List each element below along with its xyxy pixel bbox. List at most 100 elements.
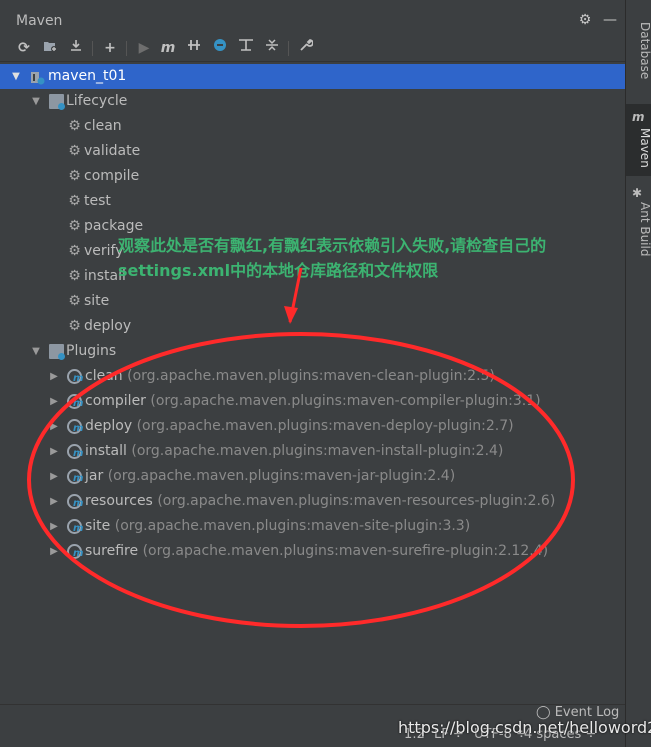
tool-window-header: Maven ⚙ — [0,8,625,34]
lifecycle-item[interactable]: ⚙ clean [0,114,625,139]
plugin-name: compiler [85,393,146,409]
sidebar-tab-ant-build[interactable]: ✱ Ant Build [626,182,651,262]
gear-icon: ⚙ [68,318,81,334]
plugin-item[interactable]: ▶ m clean (org.apache.maven.plugins:mave… [0,364,625,389]
chevron-right-icon[interactable]: ▶ [48,389,60,414]
maven-project-tree: ▼ maven_t01 ▼ Lifecycle ⚙ clean ⚙ valida… [0,64,625,704]
run-icon[interactable]: ▶ [134,38,154,58]
chevron-down-icon[interactable]: ▼ [30,339,42,364]
ant-icon: ✱ [632,186,643,200]
plugin-name: resources [85,493,153,509]
plugin-coordinates: (org.apache.maven.plugins:maven-site-plu… [114,518,471,534]
plugin-coordinates: (org.apache.maven.plugins:maven-deploy-p… [136,418,514,434]
lifecycle-item-label: site [84,293,110,309]
plugin-name: site [85,518,111,534]
plus-icon[interactable]: + [100,38,120,58]
gear-icon: ⚙ [68,243,81,259]
maven-tab-label: Maven [638,128,651,168]
lifecycle-item-label: test [84,193,111,209]
reload-icon[interactable]: ⟳ [14,38,34,58]
lifecycle-item[interactable]: ⚙ site [0,289,625,314]
plugin-item[interactable]: ▶ m resources (org.apache.maven.plugins:… [0,489,625,514]
lifecycle-item[interactable]: ⚙ test [0,189,625,214]
toolbar-separator [126,41,127,56]
gear-icon: ⚙ [68,143,81,159]
plugin-name: deploy [85,418,133,434]
plugin-item[interactable]: ▶ m jar (org.apache.maven.plugins:maven-… [0,464,625,489]
plugin-icon: m [67,394,83,409]
plugin-icon: m [67,369,83,384]
plugin-item[interactable]: ▶ m compiler (org.apache.maven.plugins:m… [0,389,625,414]
plugin-name: install [85,443,127,459]
plugin-name: surefire [85,543,139,559]
lifecycle-item[interactable]: ⚙ compile [0,164,625,189]
lifecycle-item[interactable]: ⚙ deploy [0,314,625,339]
tree-item-lifecycle[interactable]: ▼ Lifecycle [0,89,625,114]
gear-icon: ⚙ [68,118,81,134]
maven-tool-window: Maven ⚙ — ⟳ + ▶ m ▼ maven_t01 ▼ Lifecycl… [0,0,625,747]
plugin-icon: m [67,469,83,484]
plugin-name: jar [85,468,104,484]
execute-goal-icon[interactable]: m [158,38,178,58]
plugin-coordinates: (org.apache.maven.plugins:maven-resource… [157,493,556,509]
download-icon[interactable] [66,38,86,58]
gear-icon: ⚙ [68,293,81,309]
plugin-coordinates: (org.apache.maven.plugins:maven-jar-plug… [107,468,456,484]
plugin-coordinates: (org.apache.maven.plugins:maven-compiler… [150,393,541,409]
tool-window-title: Maven [16,13,63,29]
project-label: maven_t01 [48,68,127,84]
toolbar-separator [92,41,93,56]
toggle-offline-icon[interactable] [184,38,204,58]
chevron-right-icon[interactable]: ▶ [48,489,60,514]
lifecycle-folder-icon [49,94,65,110]
plugin-icon: m [67,519,83,534]
lifecycle-item-label: compile [84,168,140,184]
plugins-folder-icon [49,344,65,360]
plugin-icon: m [67,544,83,559]
wrench-icon[interactable] [296,38,316,58]
plugins-label: Plugins [66,343,117,359]
plugin-icon: m [67,419,83,434]
gear-icon: ⚙ [68,218,81,234]
chevron-right-icon[interactable]: ▶ [48,439,60,464]
gear-icon[interactable]: ⚙ [576,11,594,29]
show-dependencies-icon[interactable] [236,38,256,58]
chevron-right-icon[interactable]: ▶ [48,414,60,439]
plugin-icon: m [67,444,83,459]
plugin-item[interactable]: ▶ m surefire (org.apache.maven.plugins:m… [0,539,625,564]
sidebar-tab-maven[interactable]: m Maven [626,104,651,176]
lifecycle-label: Lifecycle [66,93,128,109]
plugin-item[interactable]: ▶ m install (org.apache.maven.plugins:ma… [0,439,625,464]
chevron-right-icon[interactable]: ▶ [48,539,60,564]
plugin-item[interactable]: ▶ m site (org.apache.maven.plugins:maven… [0,514,625,539]
plugin-coordinates: (org.apache.maven.plugins:maven-clean-pl… [127,368,495,384]
collapse-all-icon[interactable] [262,38,282,58]
add-folder-icon[interactable] [40,38,60,58]
gear-icon: ⚙ [68,193,81,209]
gear-icon: ⚙ [68,168,81,184]
sidebar-tab-database[interactable]: Database [626,18,651,98]
plugin-coordinates: (org.apache.maven.plugins:maven-install-… [131,443,504,459]
maven-icon: m [632,110,645,124]
chevron-down-icon[interactable]: ▼ [10,64,22,89]
tree-item-plugins[interactable]: ▼ Plugins [0,339,625,364]
right-tool-strip: Database m Maven ✱ Ant Build [625,0,651,747]
chevron-down-icon[interactable]: ▼ [30,89,42,114]
skip-tests-icon[interactable] [210,38,230,58]
chevron-right-icon[interactable]: ▶ [48,514,60,539]
lifecycle-item-label: clean [84,118,122,134]
chevron-right-icon[interactable]: ▶ [48,364,60,389]
tree-item-project[interactable]: ▼ maven_t01 [0,64,625,89]
lifecycle-item-label: validate [84,143,141,159]
annotation-note: 观察此处是否有飘红,有飘红表示依赖引入失败,请检查自己的settings.xml… [118,236,547,280]
maven-toolbar: ⟳ + ▶ m [0,36,625,62]
watermark: https://blog.csdn.net/helloword233 [398,718,651,737]
minimize-icon[interactable]: — [601,11,619,29]
lifecycle-item[interactable]: ⚙ validate [0,139,625,164]
chevron-right-icon[interactable]: ▶ [48,464,60,489]
plugin-coordinates: (org.apache.maven.plugins:maven-surefire… [142,543,549,559]
plugin-item[interactable]: ▶ m deploy (org.apache.maven.plugins:mav… [0,414,625,439]
lifecycle-item-label: deploy [84,318,132,334]
gear-icon: ⚙ [68,268,81,284]
ant-tab-label: Ant Build [638,202,651,257]
